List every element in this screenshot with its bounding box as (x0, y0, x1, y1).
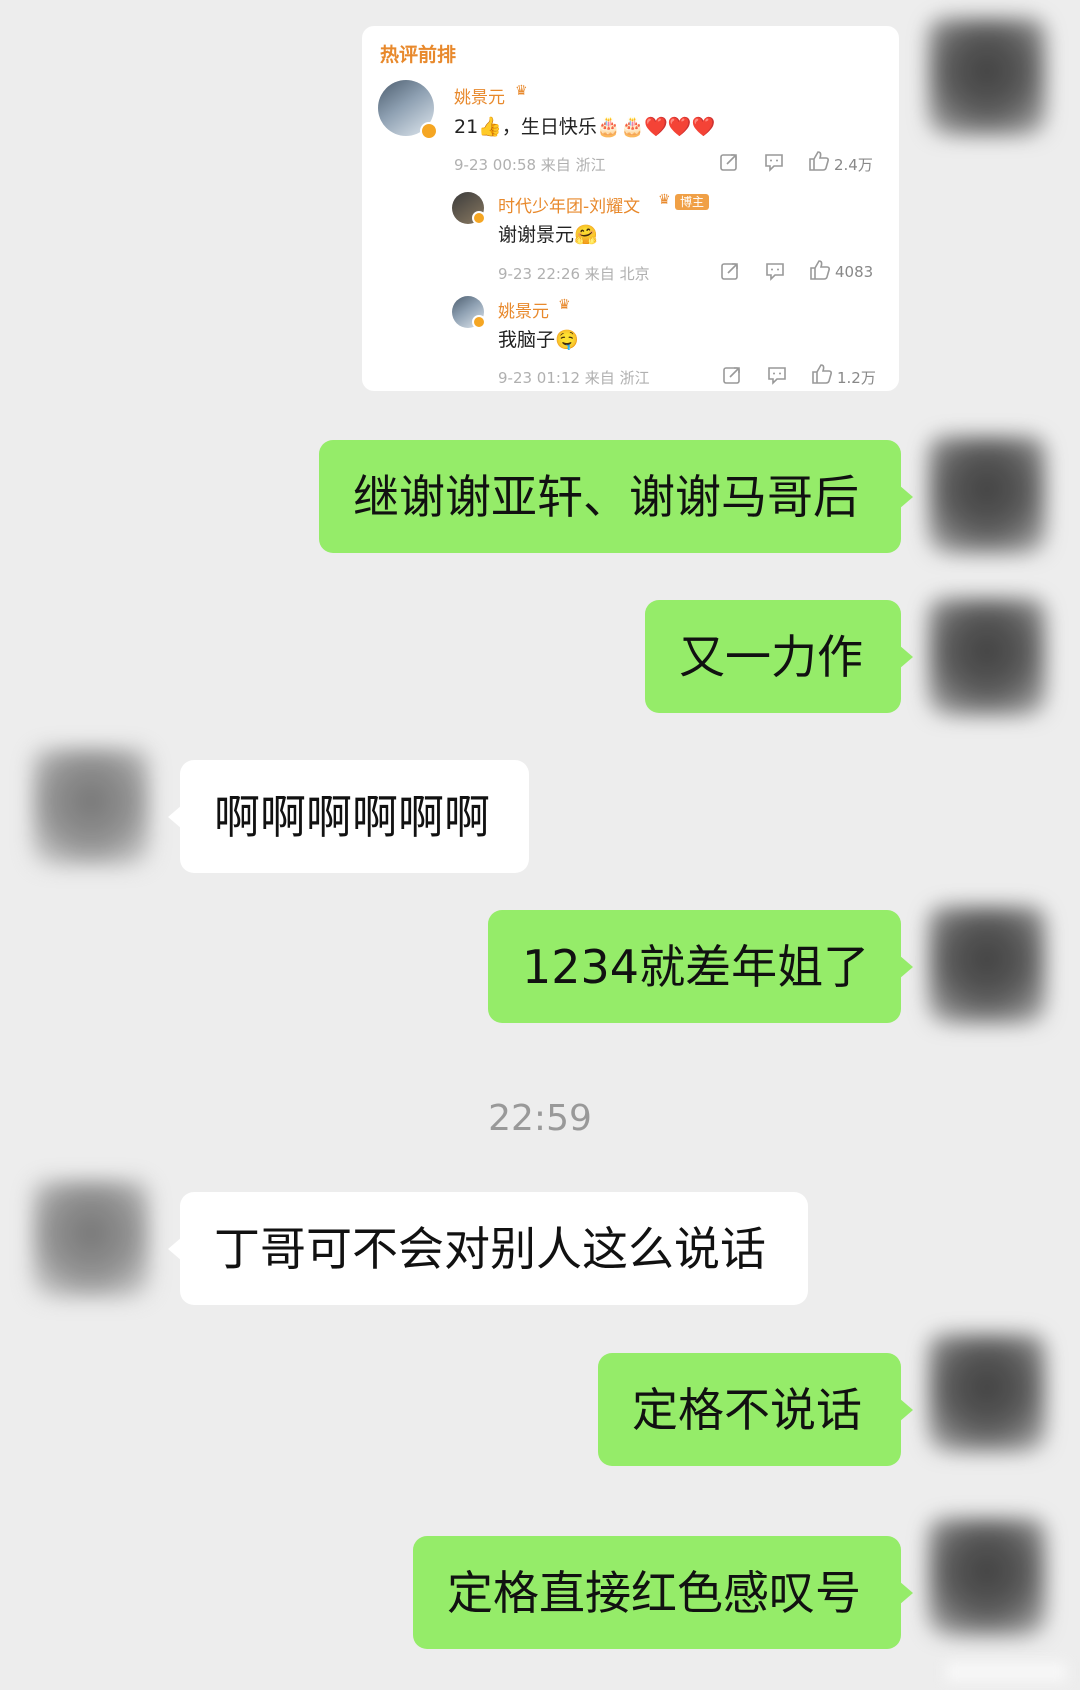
like-count: 1.2万 (837, 369, 876, 387)
like-count: 4083 (835, 263, 874, 281)
share-icon[interactable] (719, 152, 739, 172)
watermark (946, 1662, 1066, 1682)
comment-icon[interactable] (764, 152, 784, 172)
avatar[interactable] (928, 598, 1046, 716)
weibo-comment-card[interactable]: 热评前排 姚景元 ♛ 21👍，生日快乐🎂🎂❤️❤️❤️ 9-23 00:58 来… (362, 26, 899, 391)
verified-icon (472, 315, 486, 329)
thumbs-up-icon[interactable] (809, 259, 831, 281)
like-count: 2.4万 (834, 156, 873, 174)
avatar[interactable] (928, 1518, 1046, 1636)
avatar[interactable] (928, 1334, 1046, 1452)
avatar[interactable] (928, 436, 1046, 554)
avatar[interactable] (928, 18, 1046, 136)
author-badge: 博主 (675, 194, 710, 210)
verified-icon (420, 122, 438, 140)
comment-icon[interactable] (765, 261, 785, 281)
crown-icon: ♛ (558, 297, 571, 313)
message-bubble[interactable]: 继谢谢亚轩、谢谢马哥后 (319, 440, 913, 553)
message-bubble[interactable]: 定格直接红色感叹号 (413, 1536, 913, 1649)
comment-icon[interactable] (767, 365, 787, 385)
message-bubble[interactable]: 定格不说话 (598, 1353, 913, 1466)
avatar[interactable] (32, 748, 150, 866)
thumbs-up-icon[interactable] (808, 150, 830, 172)
reply-meta: 9-23 01:12 来自 浙江 (498, 369, 650, 387)
avatar[interactable] (928, 906, 1046, 1024)
message-bubble[interactable]: 1234就差年姐了 (488, 910, 913, 1023)
commenter-name: 时代少年团-刘耀文 (498, 197, 641, 217)
message-bubble[interactable]: 又一力作 (645, 600, 913, 713)
message-bubble[interactable]: 啊啊啊啊啊啊 (168, 760, 529, 873)
commenter-name: 姚景元 (454, 88, 505, 108)
card-title: 热评前排 (380, 44, 457, 66)
commenter-name: 姚景元 (498, 302, 549, 322)
comment-meta: 9-23 00:58 来自 浙江 (454, 156, 606, 174)
thumbs-up-icon[interactable] (811, 363, 833, 385)
reply-meta: 9-23 22:26 来自 北京 (498, 265, 650, 283)
comment-text: 21👍，生日快乐🎂🎂❤️❤️❤️ (454, 116, 716, 138)
reply-text: 谢谢景元🤗 (498, 224, 598, 246)
share-icon[interactable] (722, 365, 742, 385)
reply-text: 我脑子🤤 (498, 329, 579, 351)
message-bubble[interactable]: 丁哥可不会对别人这么说话 (168, 1192, 808, 1305)
share-icon[interactable] (720, 261, 740, 281)
verified-icon (472, 211, 486, 225)
chat-timestamp: 22:59 (488, 1098, 592, 1139)
crown-icon: ♛ (658, 192, 671, 208)
avatar[interactable] (32, 1180, 150, 1298)
crown-icon: ♛ (515, 83, 528, 99)
